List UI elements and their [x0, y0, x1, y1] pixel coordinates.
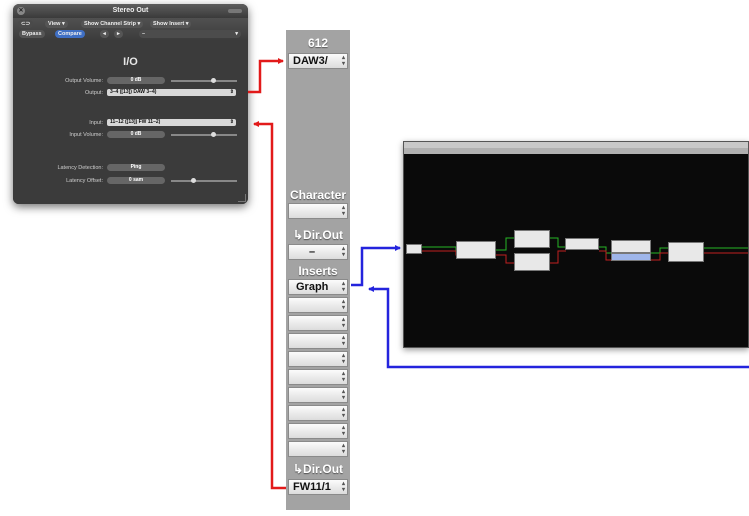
input-routing-arrow: [253, 121, 286, 490]
return-from-graph-arrow: [368, 286, 749, 369]
send-to-graph-arrow: [351, 245, 401, 287]
routing-arrows: [248, 58, 749, 490]
output-routing-arrow: [248, 58, 284, 94]
